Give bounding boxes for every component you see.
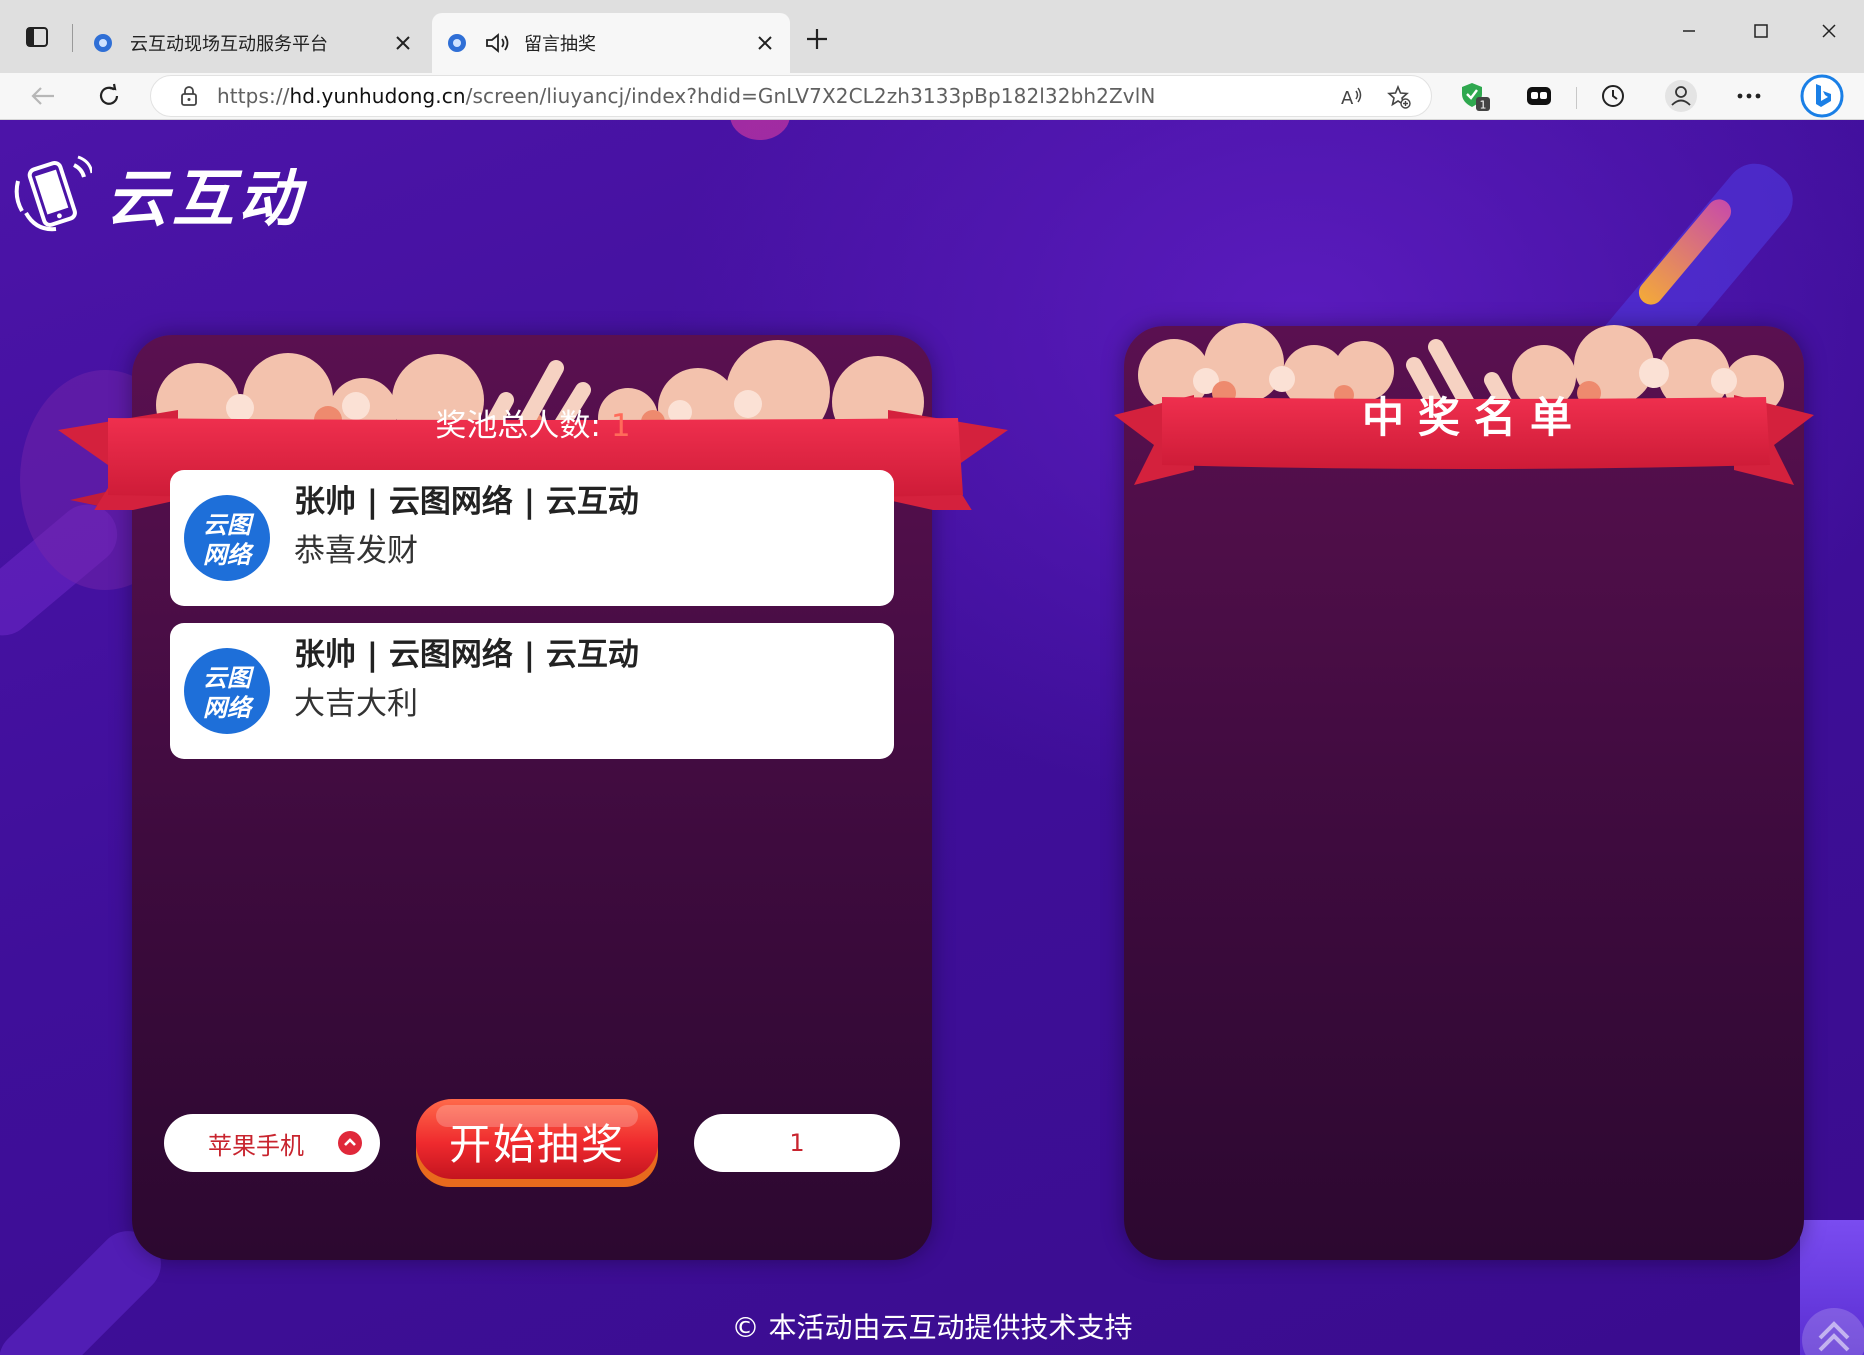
new-tab-icon[interactable]	[800, 22, 834, 56]
draw-count-input[interactable]: 1	[694, 1114, 900, 1172]
avatar-text-top: 云图	[203, 664, 255, 692]
close-icon[interactable]	[392, 32, 414, 54]
phone-logo-icon	[14, 155, 92, 232]
avatar-text-bottom: 网络	[203, 694, 255, 722]
avatar-text-top: 云图	[203, 511, 255, 539]
minimize-icon[interactable]	[1666, 16, 1712, 46]
sidebar-icon[interactable]	[14, 19, 60, 55]
message-author: 张帅 | 云图网络 | 云互动	[294, 637, 639, 673]
pool-count: 奖池总人数: 1	[108, 400, 958, 445]
logo: 云互动	[12, 148, 304, 238]
deco-dot	[730, 120, 790, 140]
tab-yunhudong-platform[interactable]: 云互动现场互动服务平台	[80, 13, 428, 73]
address-bar: https://hd.yunhudong.cn/screen/liuyancj/…	[0, 73, 1864, 120]
extension-badge: 1	[1480, 99, 1487, 112]
winners-title: 中奖名单	[1361, 393, 1586, 442]
prize-select-label: 苹果手机	[208, 1131, 304, 1160]
message-content: 大吉大利	[294, 686, 418, 722]
scroll-top-icon[interactable]	[1800, 1300, 1864, 1355]
lottery-page: 云互动 奖池总人数: 1 云图 网络 张帅 | 云图网络 | 云互动 恭喜发财 …	[0, 120, 1864, 1355]
back-icon[interactable]	[24, 77, 62, 115]
pool-count-value: 1	[610, 408, 631, 444]
start-draw-label: 开始抽奖	[448, 1120, 625, 1169]
avatar: 云图 网络	[184, 648, 270, 734]
svg-text:A: A	[1341, 88, 1354, 109]
speaker-icon[interactable]	[484, 32, 510, 54]
toolbar-divider	[1576, 87, 1577, 109]
pool-count-label: 奖池总人数:	[435, 408, 601, 444]
chevron-up-icon[interactable]	[338, 1131, 362, 1155]
message-card: 云图 网络 张帅 | 云图网络 | 云互动 大吉大利	[170, 623, 894, 759]
shield-extension-icon[interactable]: 1	[1458, 79, 1492, 113]
draw-count-value: 1	[789, 1129, 805, 1157]
profile-icon[interactable]	[1664, 79, 1698, 113]
tab-favicon	[94, 34, 112, 52]
message-card: 云图 网络 张帅 | 云图网络 | 云互动 恭喜发财	[170, 470, 894, 606]
tab-strip: 云互动现场互动服务平台 留言抽奖	[0, 0, 1864, 73]
close-icon[interactable]	[754, 32, 776, 54]
url-field[interactable]: https://hd.yunhudong.cn/screen/liuyancj/…	[150, 75, 1432, 117]
tab-title: 留言抽奖	[524, 34, 596, 55]
game-extension-icon[interactable]	[1522, 79, 1556, 113]
start-draw-button[interactable]: 开始抽奖	[414, 1097, 660, 1189]
footer-credit: © 本活动由云互动提供技术支持	[731, 1311, 1133, 1344]
tab-favicon	[448, 34, 466, 52]
refresh-icon[interactable]	[90, 77, 128, 115]
history-icon[interactable]	[1596, 79, 1630, 113]
tab-lottery[interactable]: 留言抽奖	[432, 13, 790, 73]
lock-icon[interactable]	[179, 85, 199, 107]
message-content: 恭喜发财	[294, 533, 418, 569]
avatar: 云图 网络	[184, 495, 270, 581]
url-text: https://hd.yunhudong.cn/screen/liuyancj/…	[217, 84, 1156, 108]
maximize-icon[interactable]	[1738, 16, 1784, 46]
more-icon[interactable]	[1732, 79, 1766, 113]
avatar-text-bottom: 网络	[203, 541, 255, 569]
tab-title: 云互动现场互动服务平台	[130, 34, 328, 55]
bing-icon[interactable]	[1800, 74, 1844, 118]
message-author: 张帅 | 云图网络 | 云互动	[294, 484, 639, 520]
tab-divider	[72, 24, 73, 52]
logo-text: 云互动	[106, 162, 305, 235]
favorite-add-icon[interactable]	[1387, 85, 1411, 109]
window-close-icon[interactable]	[1806, 16, 1852, 46]
prize-select[interactable]: 苹果手机	[164, 1114, 380, 1172]
read-aloud-icon[interactable]: A	[1339, 85, 1363, 109]
